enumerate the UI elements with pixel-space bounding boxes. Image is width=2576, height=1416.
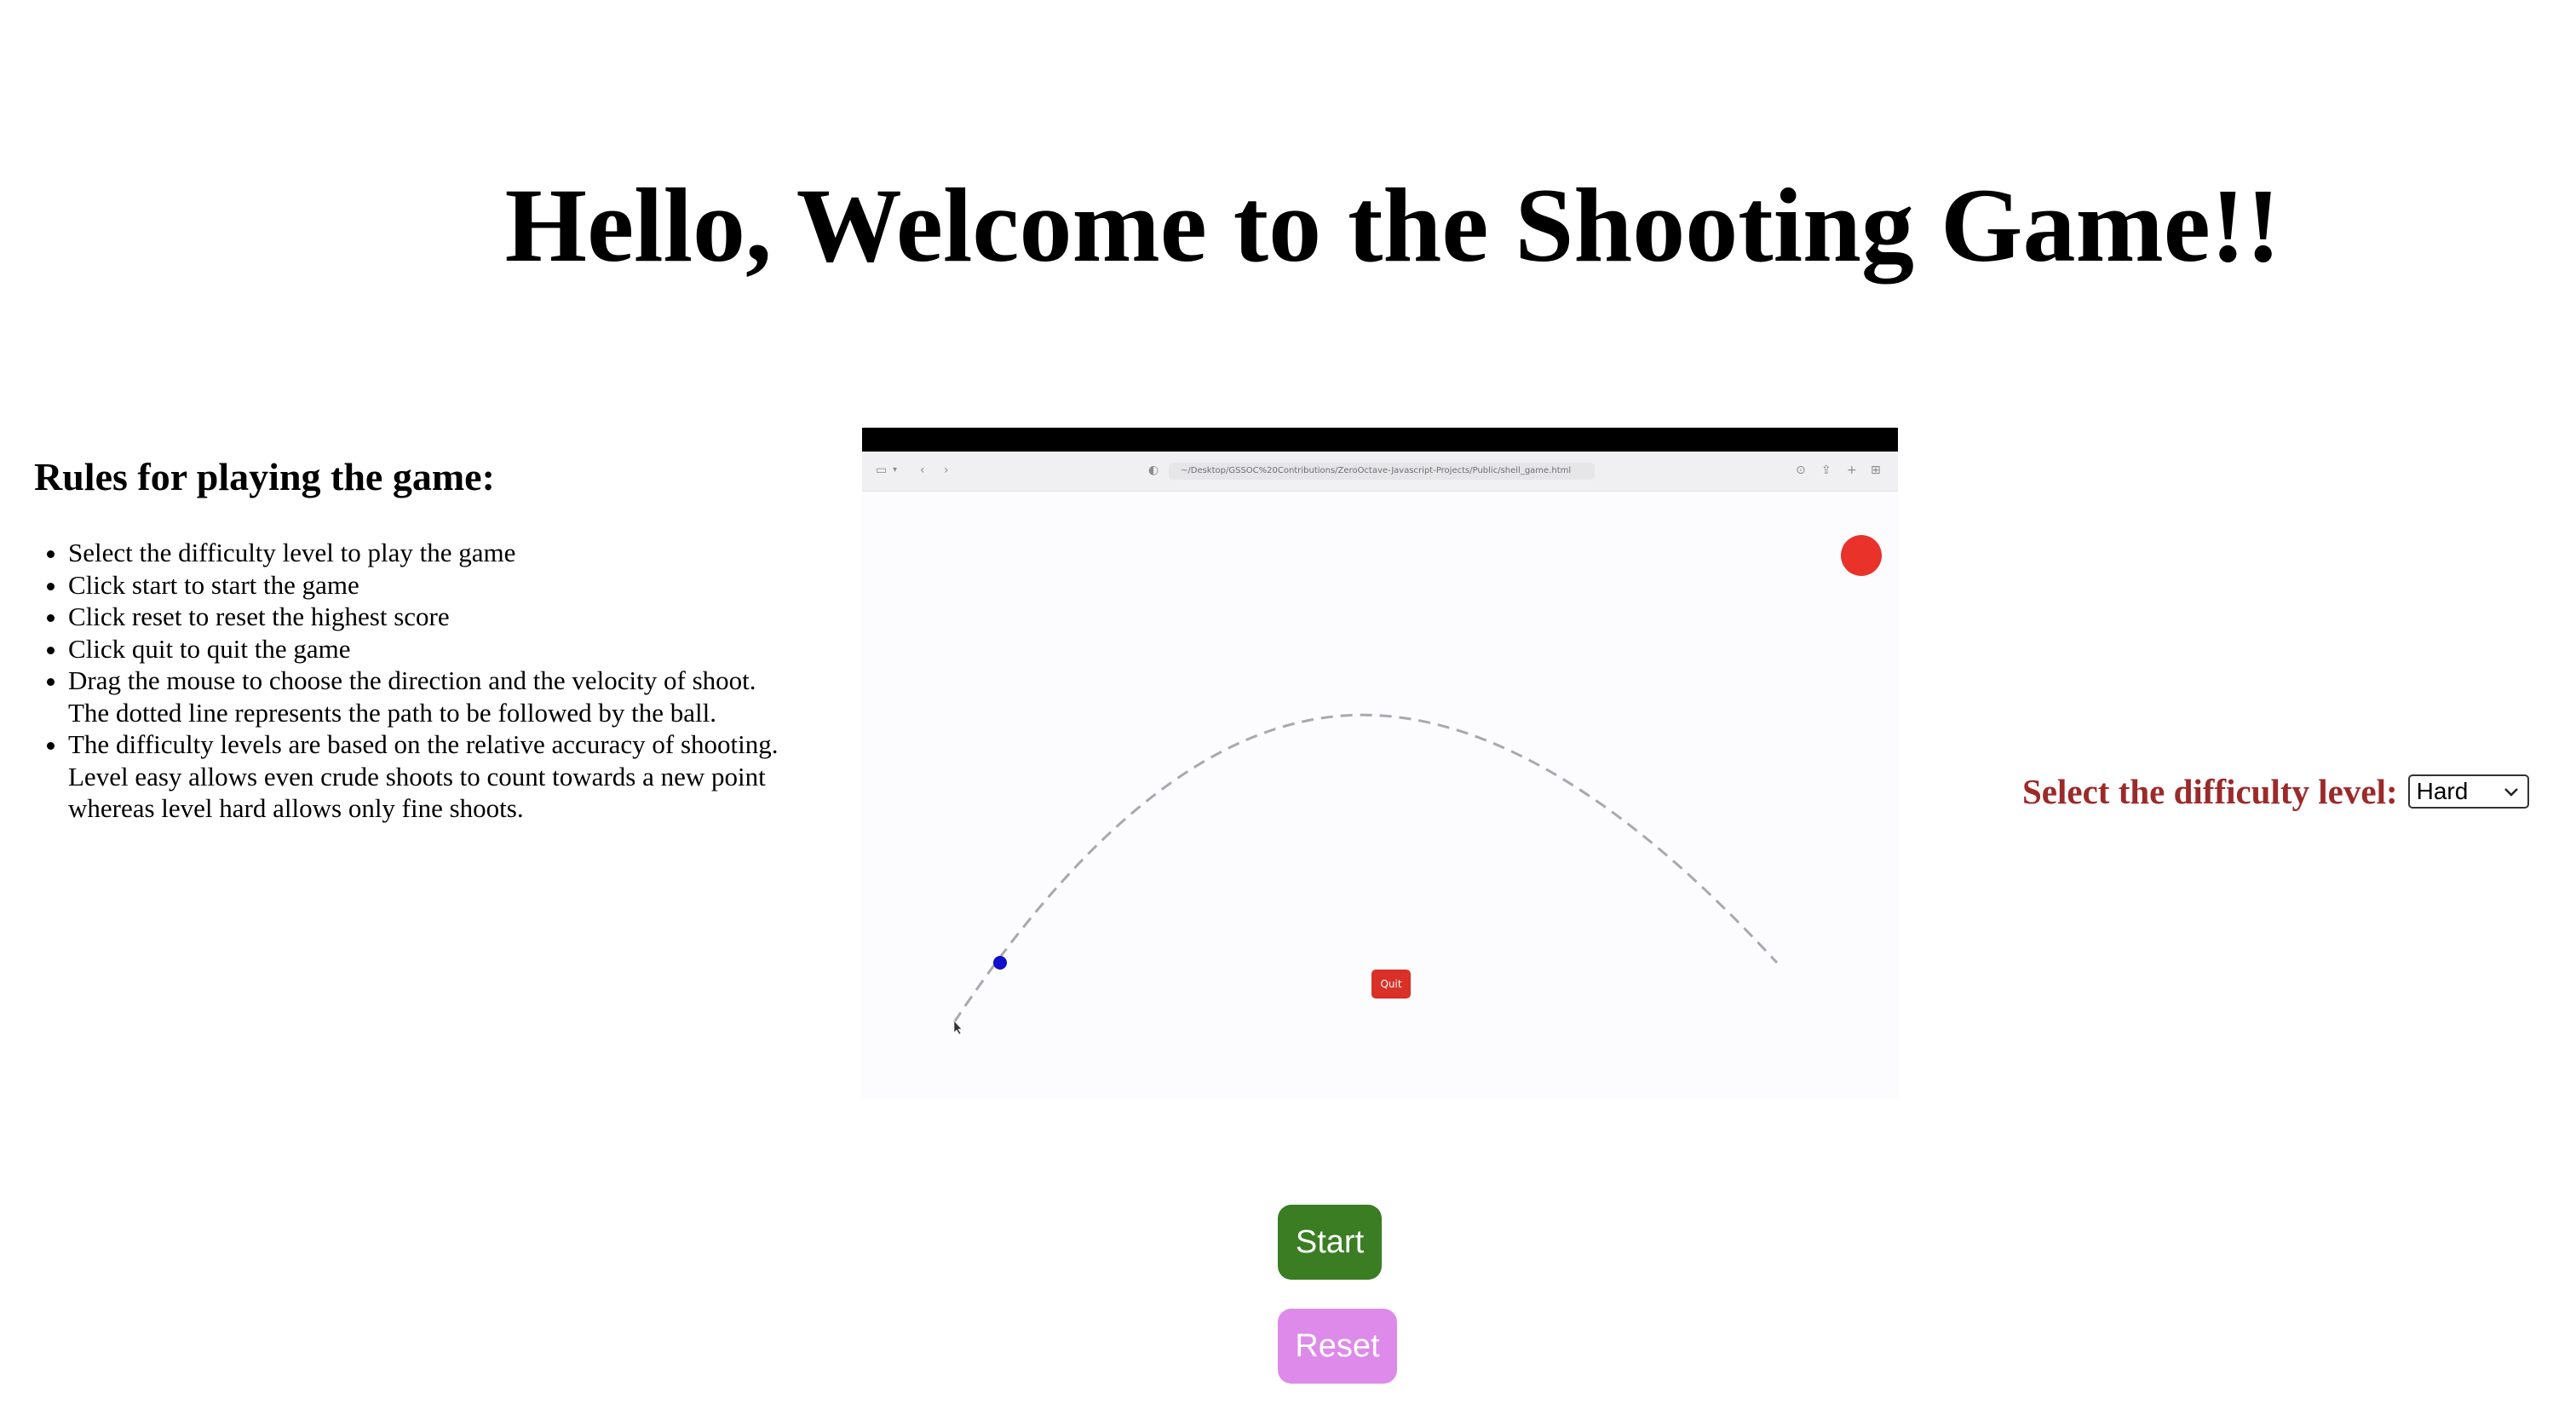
cursor-icon bbox=[953, 1020, 963, 1035]
game-page: Hello, Welcome to the Shooting Game!! Ru… bbox=[0, 0, 2576, 1416]
difficulty-selected-value: Hard bbox=[2416, 778, 2469, 804]
start-button[interactable]: Start bbox=[1278, 1205, 1382, 1280]
rule-item: Click start to start the game bbox=[68, 569, 784, 602]
gameplay-preview: ▭ ▾ ‹ › ◐ ~/Desktop/GSSOC%20Contribution… bbox=[862, 428, 1898, 1099]
projectile-ball bbox=[993, 956, 1007, 970]
target-ball bbox=[1841, 535, 1882, 576]
rule-item: Drag the mouse to choose the direction a… bbox=[68, 665, 784, 728]
rules-title: Rules for playing the game: bbox=[34, 455, 495, 498]
rule-item: The difficulty levels are based on the r… bbox=[68, 728, 784, 825]
rules-section: Rules for playing the game: Select the d… bbox=[34, 452, 784, 825]
page-title: Hello, Welcome to the Shooting Game!! bbox=[504, 167, 2281, 284]
trajectory-path bbox=[952, 713, 1779, 1023]
rule-item: Select the difficulty level to play the … bbox=[68, 537, 784, 569]
rules-list: Select the difficulty level to play the … bbox=[34, 537, 784, 825]
difficulty-select[interactable]: Hard bbox=[2407, 774, 2529, 809]
reset-button[interactable]: Reset bbox=[1278, 1309, 1397, 1384]
rule-item: Click reset to reset the highest score bbox=[68, 601, 784, 633]
quit-button[interactable]: Quit bbox=[1371, 970, 1411, 999]
chevron-down-icon bbox=[2504, 788, 2518, 797]
rule-item: Click quit to quit the game bbox=[68, 633, 784, 665]
difficulty-label: Select the difficulty level: bbox=[2022, 772, 2398, 811]
difficulty-selector: Select the difficulty level: Hard bbox=[2022, 770, 2529, 813]
